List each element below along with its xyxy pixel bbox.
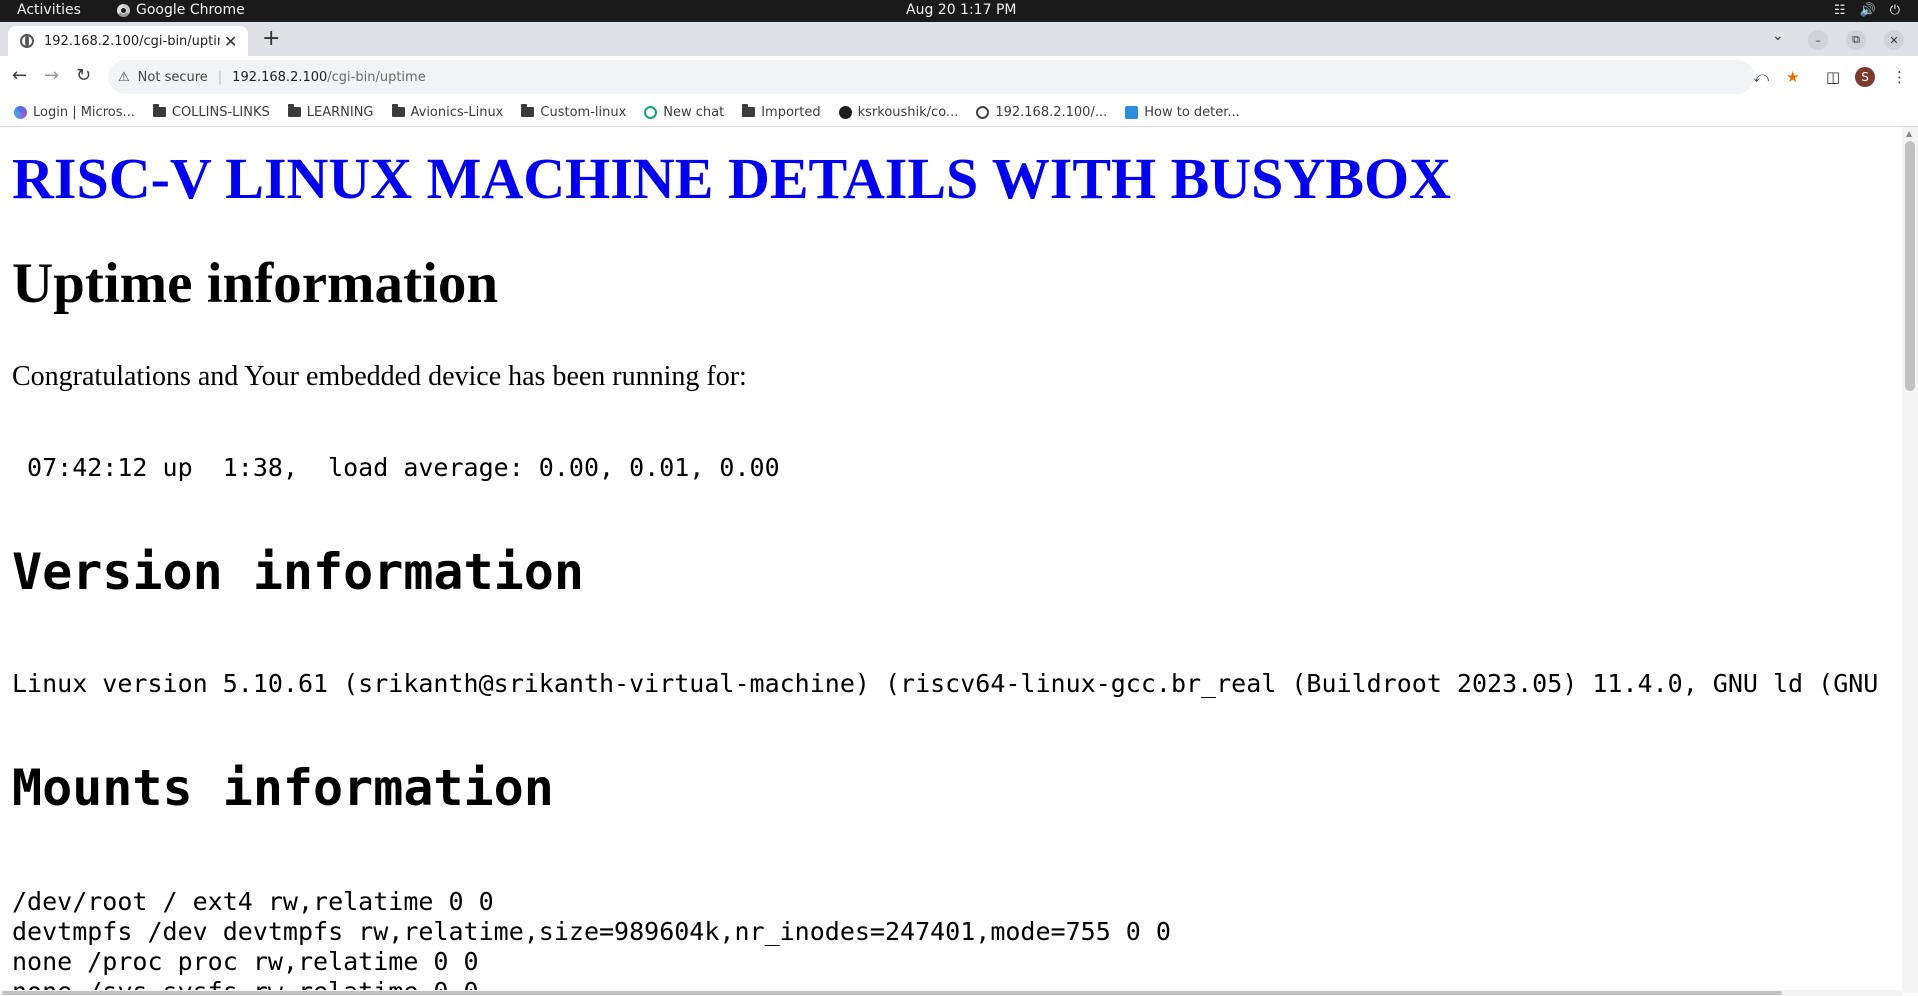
forward-icon[interactable]: → — [44, 65, 59, 86]
bookmark-item[interactable]: New chat — [644, 105, 724, 120]
version-heading: Version information — [12, 543, 584, 601]
profile-avatar[interactable]: S — [1855, 67, 1875, 87]
bookmark-folder[interactable]: Imported — [742, 104, 821, 120]
new-tab-button[interactable]: + — [262, 26, 280, 51]
scrollbar-thumb[interactable] — [1905, 141, 1915, 391]
horizontal-scrollbar[interactable] — [0, 990, 1902, 996]
bookmark-folder[interactable]: LEARNING — [287, 104, 374, 120]
mount-line: /dev/root / ext4 rw,relatime 0 0 — [12, 887, 494, 916]
bookmark-label: ksrkoushik/co... — [857, 104, 959, 120]
system-top-bar: Activities Google Chrome Aug 20 1:17 PM … — [0, 0, 1918, 22]
address-bar[interactable]: ⚠ Not secure | 192.168.2.100/cgi-bin/upt… — [108, 60, 1754, 94]
minimize-icon[interactable]: – — [1808, 30, 1828, 50]
bookmark-label: LEARNING — [306, 104, 374, 120]
url-host[interactable]: 192.168.2.100 — [232, 70, 327, 85]
horizontal-scrollbar-thumb[interactable] — [2, 991, 1782, 995]
vertical-scrollbar[interactable]: ▲ — [1902, 127, 1918, 993]
page-content: RISC-V LINUX MACHINE DETAILS WITH BUSYBO… — [0, 127, 1902, 993]
bookmark-item[interactable]: Login | Micros... — [14, 105, 135, 120]
bookmark-star-icon[interactable]: ★ — [1786, 68, 1799, 86]
bookmark-label: How to deter... — [1144, 104, 1240, 120]
uptime-output: 07:42:12 up 1:38, load average: 0.00, 0.… — [12, 453, 780, 482]
folder-icon — [391, 104, 405, 117]
bookmark-label: COLLINS-LINKS — [171, 104, 270, 120]
activities-button[interactable]: Activities — [17, 2, 81, 18]
mounts-output: /dev/root / ext4 rw,relatime 0 0 devtmpf… — [12, 887, 1171, 993]
tab-favicon-icon — [20, 34, 34, 48]
bookmark-label: Avionics-Linux — [410, 104, 504, 120]
tab-title: 192.168.2.100/cgi-bin/uptime — [44, 33, 220, 49]
tab-strip: 192.168.2.100/cgi-bin/uptime ✕ + ⌄ – ⧉ ✕ — [0, 22, 1918, 56]
bookmarks-bar: Login | Micros... COLLINS-LINKS LEARNING… — [0, 98, 1918, 127]
bookmark-label: New chat — [663, 104, 725, 120]
bookmark-folder[interactable]: COLLINS-LINKS — [152, 104, 270, 120]
bookmark-label: 192.168.2.100/... — [995, 104, 1108, 120]
page-title: RISC-V LINUX MACHINE DETAILS WITH BUSYBO… — [12, 146, 1452, 211]
congrats-text: Congratulations and Your embedded device… — [12, 361, 747, 392]
menu-icon[interactable]: ⋮ — [1892, 68, 1907, 86]
chatgpt-icon — [644, 105, 658, 119]
bookmark-folder[interactable]: Avionics-Linux — [391, 104, 504, 120]
bookmark-item[interactable]: 192.168.2.100/... — [976, 105, 1107, 120]
close-window-icon[interactable]: ✕ — [1884, 30, 1904, 50]
folder-icon — [287, 104, 301, 117]
url-path[interactable]: /cgi-bin/uptime — [327, 70, 425, 85]
mount-line: none /proc proc rw,relatime 0 0 — [12, 947, 479, 976]
power-icon: ⏻ — [1889, 3, 1900, 18]
bookmark-item[interactable]: How to deter... — [1125, 105, 1240, 120]
browser-tab[interactable]: 192.168.2.100/cgi-bin/uptime ✕ — [8, 26, 248, 56]
folder-icon — [742, 104, 756, 117]
mount-line: devtmpfs /dev devtmpfs rw,relatime,size=… — [12, 917, 1171, 946]
microsoft-icon — [14, 105, 27, 119]
mounts-heading: Mounts information — [12, 759, 554, 817]
leetcode-icon — [1125, 105, 1139, 119]
warning-icon[interactable]: ⚠ — [118, 70, 130, 85]
app-menu[interactable]: Google Chrome — [117, 2, 245, 18]
clock[interactable]: Aug 20 1:17 PM — [906, 2, 1016, 18]
chrome-icon — [117, 3, 130, 17]
tab-search-icon[interactable]: ⌄ — [1772, 28, 1784, 44]
close-tab-icon[interactable]: ✕ — [224, 32, 237, 51]
share-icon[interactable]: ⤺ — [1753, 68, 1769, 86]
system-tray[interactable]: ☷ 🔊 ⏻ — [1834, 3, 1900, 18]
github-icon — [838, 105, 852, 119]
bookmark-label: Custom-linux — [540, 104, 627, 120]
app-name: Google Chrome — [136, 2, 245, 18]
volume-icon: 🔊 — [1859, 3, 1876, 18]
uptime-heading: Uptime information — [12, 252, 499, 315]
folder-icon — [521, 104, 535, 117]
browser-toolbar: ← → ↻ ⚠ Not secure | 192.168.2.100/cgi-b… — [0, 56, 1918, 98]
globe-icon — [976, 105, 990, 119]
bookmark-item[interactable]: ksrkoushik/co... — [838, 104, 959, 120]
bookmark-label: Login | Micros... — [33, 104, 135, 120]
security-label[interactable]: Not secure — [138, 70, 208, 85]
address-separator: | — [217, 69, 223, 85]
reload-icon[interactable]: ↻ — [76, 65, 91, 86]
restore-icon[interactable]: ⧉ — [1846, 30, 1866, 50]
back-icon[interactable]: ← — [12, 65, 27, 86]
network-icon: ☷ — [1833, 3, 1846, 18]
folder-icon — [152, 104, 166, 117]
bookmark-label: Imported — [761, 104, 821, 120]
side-panel-icon[interactable]: ◫ — [1826, 68, 1840, 86]
version-output: Linux version 5.10.61 (srikanth@srikanth… — [12, 669, 1879, 698]
scroll-up-icon[interactable]: ▲ — [1906, 129, 1912, 138]
bookmark-folder[interactable]: Custom-linux — [521, 104, 627, 120]
